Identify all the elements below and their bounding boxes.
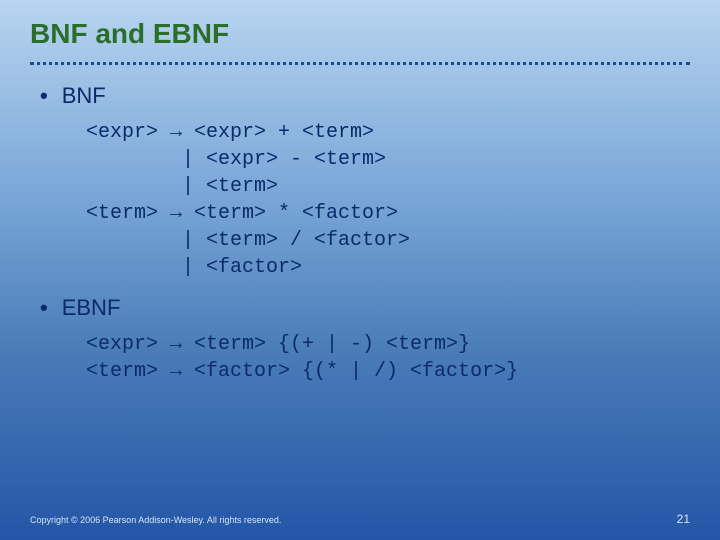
bnf-grammar: <expr> → <expr> + <term> | <expr> - <ter…	[86, 119, 690, 281]
page-number: 21	[677, 512, 690, 526]
bullet-bnf: • BNF	[40, 83, 690, 109]
bullet-bnf-label: BNF	[62, 83, 106, 109]
bullet-dot-icon: •	[40, 297, 48, 319]
slide-content: • BNF <expr> → <expr> + <term> | <expr> …	[0, 65, 720, 385]
slide-footer: Copyright © 2006 Pearson Addison-Wesley.…	[30, 512, 690, 526]
bullet-ebnf: • EBNF	[40, 295, 690, 321]
ebnf-grammar: <expr> → <term> {(+ | -) <term>} <term> …	[86, 331, 690, 385]
copyright-text: Copyright © 2006 Pearson Addison-Wesley.…	[30, 515, 281, 525]
slide-title: BNF and EBNF	[0, 0, 720, 50]
bullet-dot-icon: •	[40, 85, 48, 107]
bullet-ebnf-label: EBNF	[62, 295, 121, 321]
